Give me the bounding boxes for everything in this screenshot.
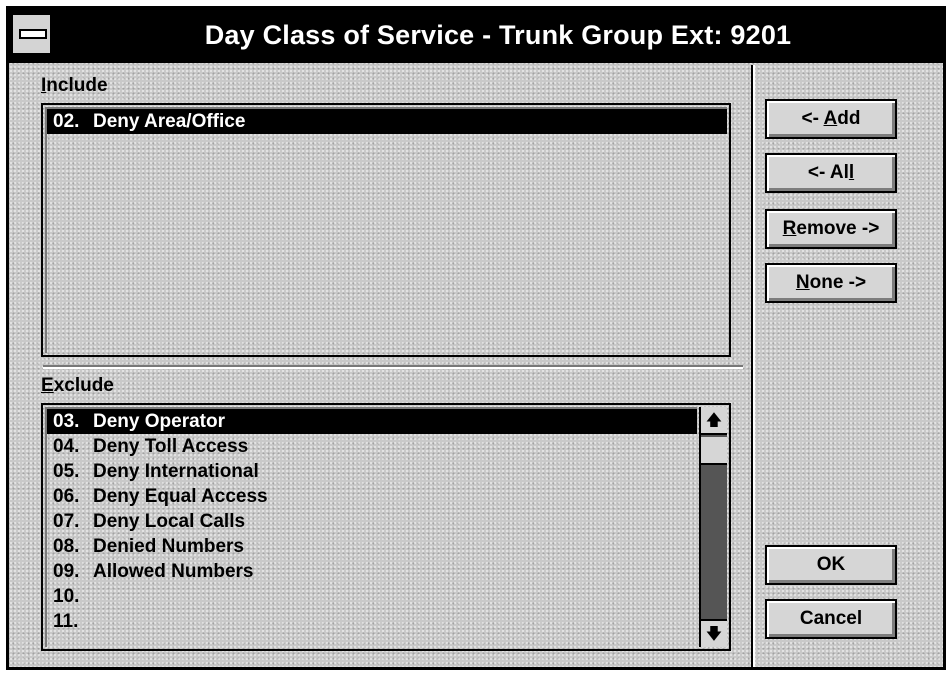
exclude-list-item[interactable]: 11. xyxy=(47,609,697,634)
exclude-list-item[interactable]: 08. Denied Numbers xyxy=(47,534,697,559)
exclude-list-item[interactable]: 03. Deny Operator xyxy=(47,409,697,434)
scroll-thumb[interactable] xyxy=(701,437,727,465)
exclude-list-item[interactable]: 04. Deny Toll Access xyxy=(47,434,697,459)
exclude-list-item[interactable]: 07. Deny Local Calls xyxy=(47,509,697,534)
exclude-scrollbar[interactable]: 🡅 🡇 xyxy=(699,407,727,647)
exclude-list-body: 03. Deny Operator 04. Deny Toll Access 05.… xyxy=(45,407,697,647)
exclude-list[interactable]: 03. Deny Operator 04. Deny Toll Access 05.… xyxy=(41,403,731,651)
title-bar: Day Class of Service - Trunk Group Ext: … xyxy=(9,9,943,63)
scroll-up-arrow-icon[interactable]: 🡅 xyxy=(701,407,727,435)
add-button[interactable]: <- Add xyxy=(765,99,897,139)
include-list[interactable]: 02. Deny Area/Office xyxy=(41,103,731,357)
add-all-button[interactable]: <- All xyxy=(765,153,897,193)
button-column-divider xyxy=(751,65,755,667)
exclude-list-item[interactable]: 09. Allowed Numbers xyxy=(47,559,697,584)
section-divider xyxy=(43,365,743,369)
ok-button[interactable]: OK xyxy=(765,545,897,585)
exclude-list-item[interactable]: 10. xyxy=(47,584,697,609)
remove-button[interactable]: Remove -> xyxy=(765,209,897,249)
scroll-down-arrow-icon[interactable]: 🡇 xyxy=(701,619,727,647)
window-title: Day Class of Service - Trunk Group Ext: … xyxy=(204,20,792,50)
include-list-item[interactable]: 02. Deny Area/Office xyxy=(47,109,727,134)
cancel-button[interactable]: Cancel xyxy=(765,599,897,639)
system-menu-button[interactable] xyxy=(13,15,53,53)
exclude-label: Exclude xyxy=(41,375,114,396)
remove-all-button[interactable]: None -> xyxy=(765,263,897,303)
system-menu-icon xyxy=(19,29,47,39)
exclude-list-item[interactable]: 05. Deny International xyxy=(47,459,697,484)
include-label: Include xyxy=(41,75,108,96)
exclude-list-item[interactable]: 06. Deny Equal Access xyxy=(47,484,697,509)
class-of-service-dialog: Day Class of Service - Trunk Group Ext: … xyxy=(6,6,946,670)
include-list-body: 02. Deny Area/Office xyxy=(45,107,727,353)
